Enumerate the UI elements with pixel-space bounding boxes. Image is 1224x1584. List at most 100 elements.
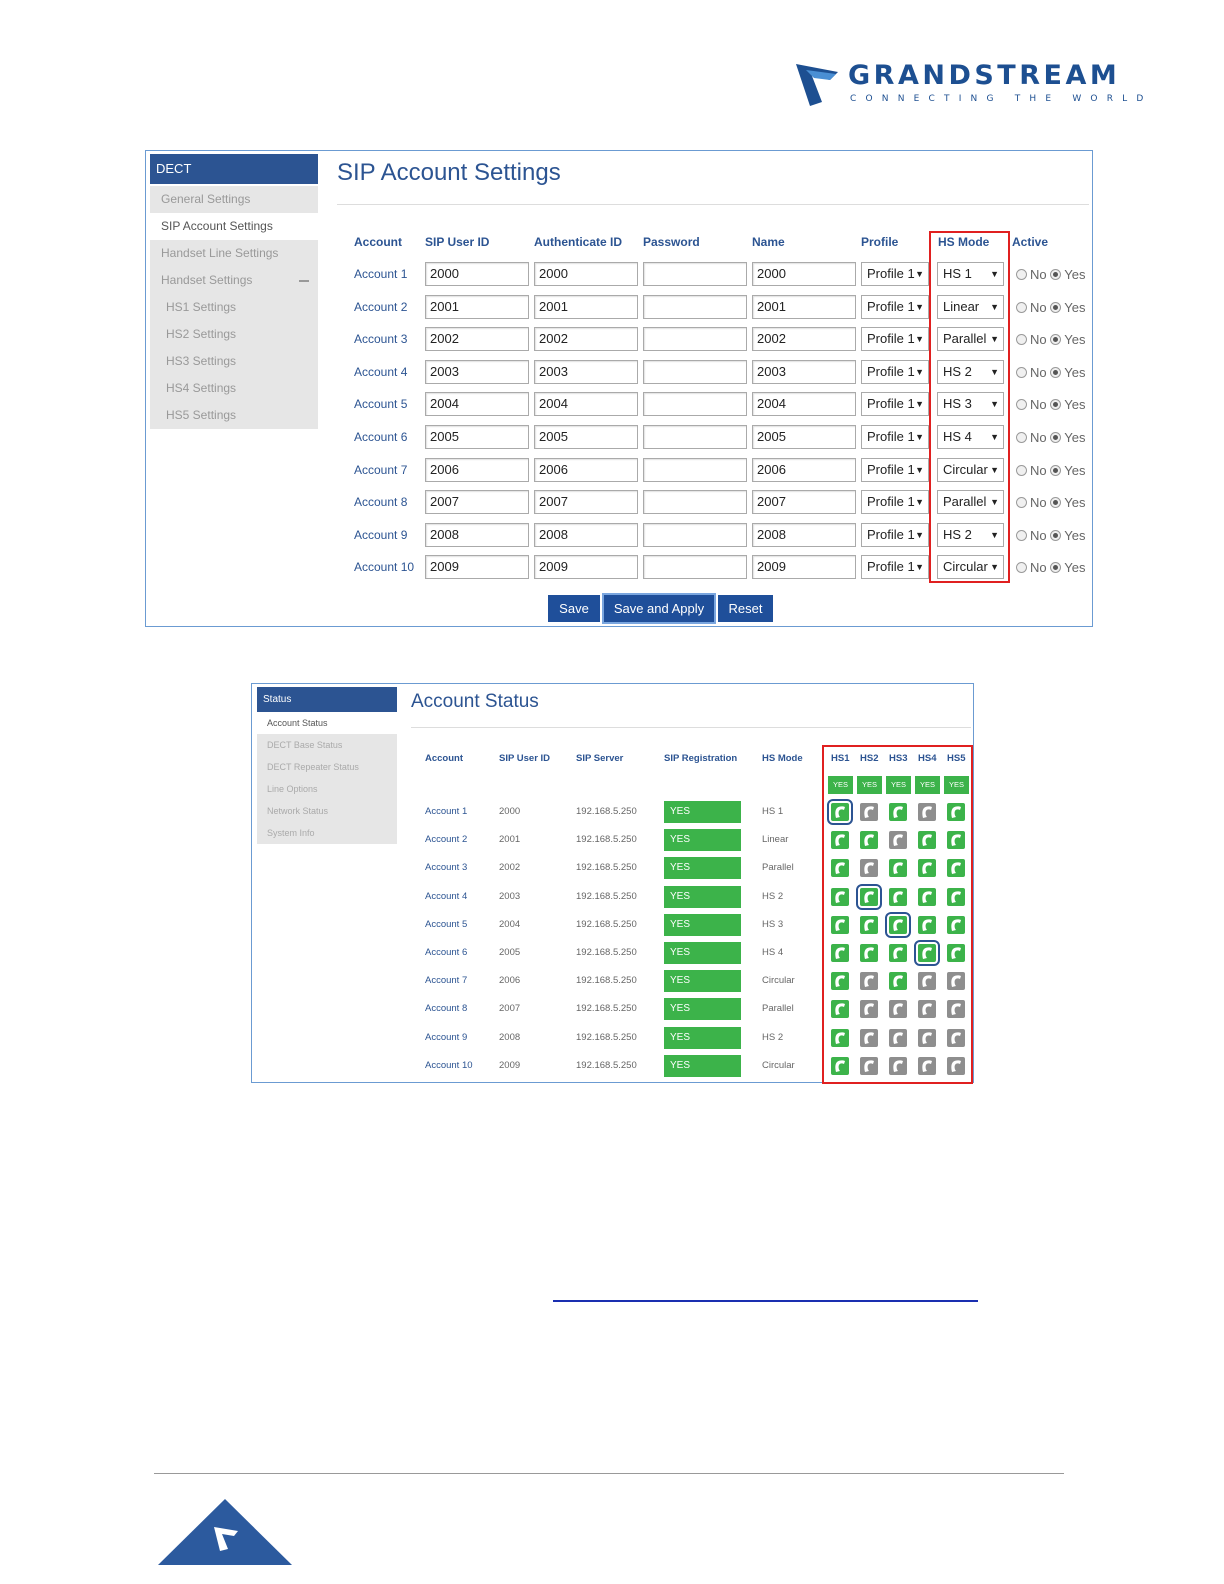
profile-select[interactable]: Profile 1 ▼ <box>861 457 929 482</box>
active-no-radio[interactable] <box>1016 334 1027 346</box>
sidebar-item-hs4-settings[interactable]: HS4 Settings <box>150 375 318 402</box>
password-input[interactable] <box>643 522 747 547</box>
sip-user-id-input[interactable]: 2003 <box>425 359 529 384</box>
sip-user-id-input[interactable]: 2002 <box>425 327 529 352</box>
sidebar-item-hs5-settings[interactable]: HS5 Settings <box>150 402 318 429</box>
active-yes-radio[interactable] <box>1050 269 1062 280</box>
sidebar-item-handset-line-settings[interactable]: Handset Line Settings <box>150 240 318 267</box>
authenticate-id-input[interactable]: 2009 <box>534 555 638 580</box>
authenticate-id-input[interactable]: 2006 <box>534 457 638 482</box>
dropdown-arrow-icon: ▼ <box>915 366 924 377</box>
password-input[interactable] <box>643 359 747 384</box>
name-input[interactable]: 2001 <box>752 294 856 319</box>
name-input[interactable]: 2007 <box>752 490 856 515</box>
authenticate-id-input[interactable]: 2002 <box>534 327 638 352</box>
active-no-radio[interactable] <box>1016 399 1027 411</box>
active-yes-radio[interactable] <box>1050 301 1062 313</box>
profile-select[interactable]: Profile 1 ▼ <box>861 555 929 580</box>
password-input[interactable] <box>643 425 747 449</box>
active-yes-radio[interactable] <box>1050 464 1062 476</box>
sidebar-item-dect-base-status[interactable]: DECT Base Status <box>257 734 397 756</box>
active-no-radio[interactable] <box>1016 464 1027 476</box>
active-yes-radio[interactable] <box>1050 562 1062 574</box>
authenticate-id-input[interactable]: 2000 <box>534 262 638 286</box>
name-input[interactable]: 2006 <box>752 457 856 482</box>
active-yes-radio[interactable] <box>1050 497 1062 509</box>
sidebar-item-hs3-settings[interactable]: HS3 Settings <box>150 348 318 375</box>
name-input[interactable]: 2002 <box>752 327 856 352</box>
active-yes-radio[interactable] <box>1050 432 1062 443</box>
profile-select[interactable]: Profile 1 ▼ <box>861 490 929 515</box>
sip-user-id-input[interactable]: 2005 <box>425 425 529 449</box>
sip-user-id-input[interactable]: 2009 <box>425 555 529 580</box>
profile-value: Profile 1 <box>867 266 915 281</box>
password-input[interactable] <box>643 392 747 417</box>
password-input[interactable] <box>643 294 747 319</box>
password-input[interactable] <box>643 327 747 352</box>
account-label: Account 6 <box>354 430 408 444</box>
active-yes-radio[interactable] <box>1050 399 1062 411</box>
active-no-radio[interactable] <box>1016 432 1027 443</box>
authenticate-id-input[interactable]: 2001 <box>534 294 638 319</box>
profile-value: Profile 1 <box>867 461 915 477</box>
authenticate-id-input[interactable]: 2004 <box>534 392 638 417</box>
sidebar-item-dect-repeater-status[interactable]: DECT Repeater Status <box>257 756 397 778</box>
name-input[interactable]: 2008 <box>752 522 856 547</box>
authenticate-id-input[interactable]: 2007 <box>534 490 638 515</box>
sidebar-item-handset-settings[interactable]: Handset Settings <box>150 267 318 294</box>
profile-select[interactable]: Profile 1 ▼ <box>861 294 929 319</box>
sip-user-id-input[interactable]: 2000 <box>425 262 529 286</box>
password-input[interactable] <box>643 490 747 515</box>
sidebar-item-line-options[interactable]: Line Options <box>257 778 397 800</box>
active-no-radio[interactable] <box>1016 269 1027 280</box>
active-no-label: No <box>1030 397 1047 413</box>
password-input[interactable] <box>643 262 747 286</box>
profile-select[interactable]: Profile 1 ▼ <box>861 522 929 547</box>
sip-user-id-input[interactable]: 2008 <box>425 522 529 547</box>
name-input[interactable]: 2004 <box>752 392 856 417</box>
active-yes-radio[interactable] <box>1050 334 1062 346</box>
profile-select[interactable]: Profile 1 ▼ <box>861 262 929 286</box>
active-yes-radio[interactable] <box>1050 366 1062 378</box>
name-input[interactable]: 2005 <box>752 425 856 449</box>
reset-button[interactable]: Reset <box>718 595 773 622</box>
sip-user-id: 2009 <box>499 1059 521 1071</box>
authenticate-id-input[interactable]: 2003 <box>534 359 638 384</box>
active-no-radio[interactable] <box>1016 301 1027 313</box>
collapse-icon[interactable] <box>299 280 309 282</box>
name-input[interactable]: 2003 <box>752 359 856 384</box>
password-input[interactable] <box>643 457 747 482</box>
sip-user-id-input[interactable]: 2007 <box>425 490 529 515</box>
profile-select[interactable]: Profile 1 ▼ <box>861 425 929 449</box>
name-input[interactable]: 2009 <box>752 555 856 580</box>
sip-user-id-input[interactable]: 2006 <box>425 457 529 482</box>
active-yes-radio[interactable] <box>1050 529 1062 541</box>
authenticate-id-input[interactable]: 2008 <box>534 522 638 547</box>
profile-select[interactable]: Profile 1 ▼ <box>861 327 929 352</box>
password-input[interactable] <box>643 555 747 580</box>
name-input[interactable]: 2000 <box>752 262 856 286</box>
hs-mode-value: HS 3 <box>762 918 784 930</box>
sidebar-item-hs2-settings[interactable]: HS2 Settings <box>150 321 318 348</box>
sip-user-id-input[interactable]: 2001 <box>425 294 529 319</box>
sip-user-id-input[interactable]: 2004 <box>425 392 529 417</box>
sidebar-item-network-status[interactable]: Network Status <box>257 800 397 822</box>
sidebar-item-account-status[interactable]: Account Status <box>257 712 397 734</box>
sidebar-item-system-info[interactable]: System Info <box>257 822 397 844</box>
authenticate-id-input[interactable]: 2005 <box>534 425 638 449</box>
active-no-radio[interactable] <box>1016 366 1027 378</box>
save-and-apply-button[interactable]: Save and Apply <box>602 593 716 624</box>
active-no-radio[interactable] <box>1016 529 1027 541</box>
profile-select[interactable]: Profile 1 ▼ <box>861 392 929 417</box>
account-label: Account 8 <box>425 1003 468 1015</box>
sidebar-item-hs1-settings[interactable]: HS1 Settings <box>150 294 318 321</box>
sidebar-item-sip-account-settings[interactable]: SIP Account Settings <box>150 213 318 240</box>
profile-value: Profile 1 <box>867 429 915 444</box>
profile-select[interactable]: Profile 1 ▼ <box>861 359 929 384</box>
sidebar-item-general-settings[interactable]: General Settings <box>150 186 318 213</box>
active-no-radio[interactable] <box>1016 497 1027 509</box>
profile-value: Profile 1 <box>867 331 915 347</box>
dropdown-arrow-icon: ▼ <box>915 562 924 573</box>
active-no-radio[interactable] <box>1016 562 1027 574</box>
save-button[interactable]: Save <box>548 595 600 622</box>
